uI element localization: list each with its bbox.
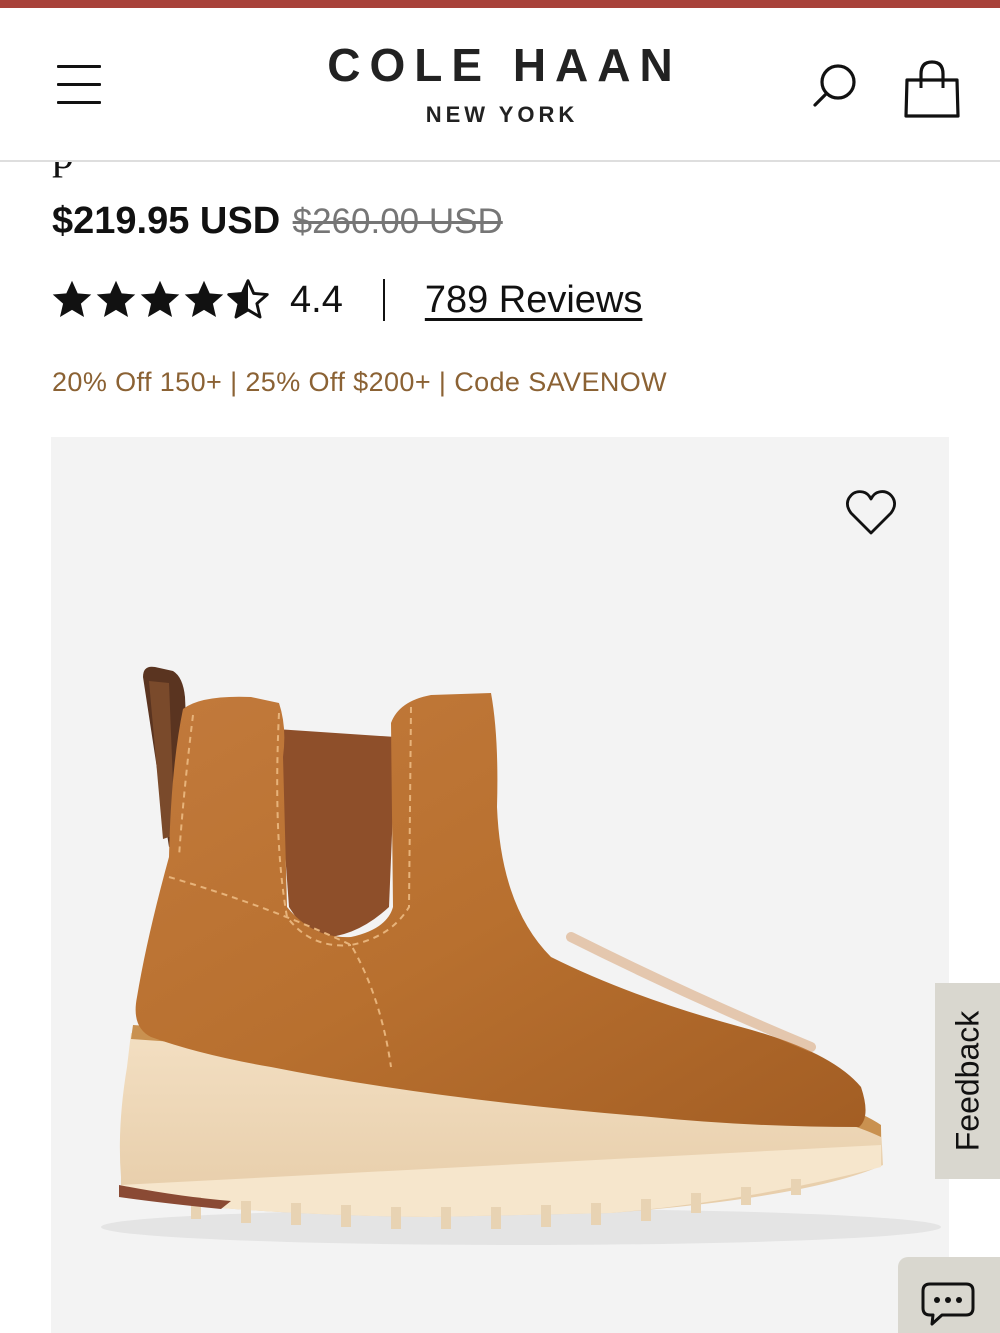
rating-row: 4.4 789 Reviews (50, 274, 642, 326)
heart-icon[interactable] (843, 487, 899, 539)
half-star-icon (227, 279, 269, 319)
promo-banner: 20% Off 150+ | 25% Off $200+ | Code SAVE… (52, 367, 668, 397)
reviews-link[interactable]: 789 Reviews (425, 279, 643, 322)
sale-price: $219.95 USD (52, 200, 281, 242)
brand-name: COLE HAAN (327, 39, 682, 91)
search-icon[interactable] (808, 62, 862, 116)
chat-bubble-icon[interactable] (898, 1257, 1000, 1333)
original-price: $260.00 USD (292, 202, 503, 241)
brand-tagline: NEW YORK (425, 102, 579, 127)
shopping-bag-icon[interactable] (900, 60, 964, 120)
feedback-label: Feedback (949, 1010, 985, 1152)
star-icon (140, 280, 180, 318)
site-header: COLE HAAN NEW YORK (0, 8, 1000, 162)
rating-value: 4.4 (290, 278, 343, 321)
hamburger-menu-icon[interactable] (48, 60, 110, 110)
star-icon (184, 280, 224, 318)
star-icon (52, 280, 92, 318)
brand-logo[interactable]: COLE HAAN NEW YORK (290, 38, 710, 128)
top-accent-bar (0, 0, 1000, 8)
product-image[interactable] (51, 437, 949, 1333)
star-icon (96, 280, 136, 318)
feedback-tab[interactable]: Feedback (935, 983, 1000, 1179)
rating-divider (382, 279, 385, 321)
boot-illustration (101, 666, 941, 1245)
price-row: $219.95 USD $260.00 USD (52, 200, 503, 243)
star-rating (50, 278, 270, 322)
